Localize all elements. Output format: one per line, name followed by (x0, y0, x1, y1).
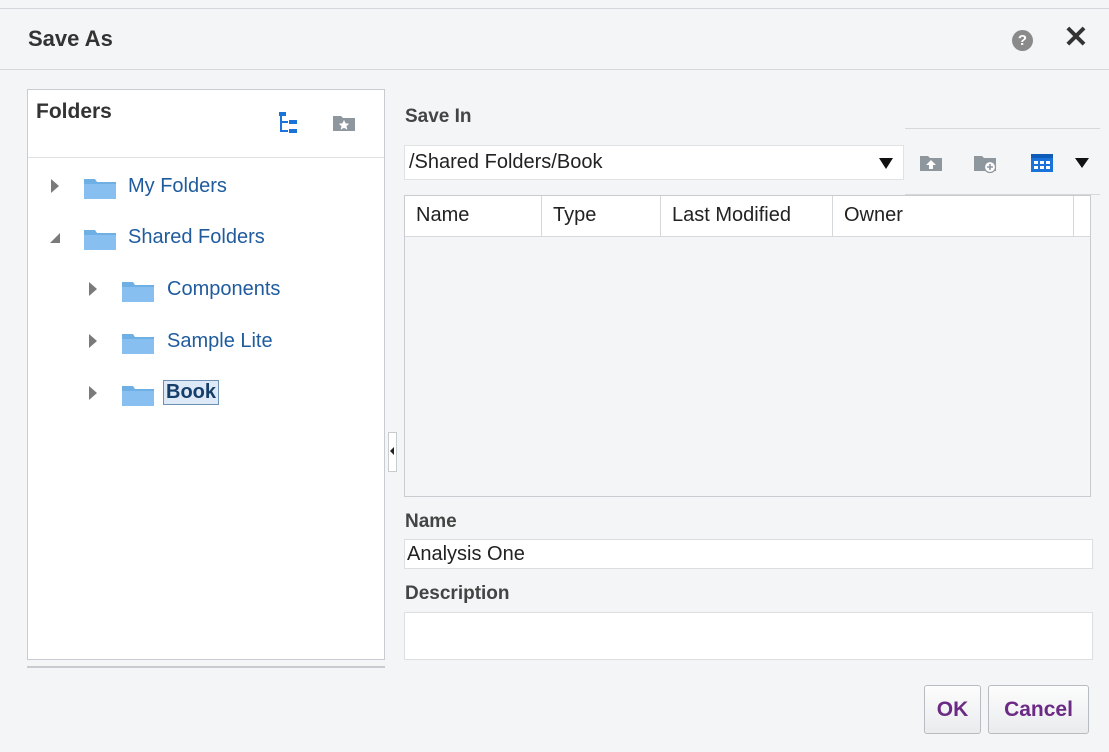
tree-item-label[interactable]: Sample Lite (167, 330, 273, 353)
view-options-icon[interactable] (1030, 153, 1054, 173)
folder-icon (84, 179, 116, 199)
collapse-arrow-icon[interactable] (48, 227, 62, 247)
favorite-folder-icon[interactable] (332, 114, 356, 132)
help-icon[interactable]: ? (1012, 30, 1033, 51)
tree-item-label[interactable]: Components (167, 278, 280, 301)
save-in-dropdown[interactable]: /Shared Folders/Book (404, 145, 904, 180)
folder-icon (122, 334, 154, 354)
tree-item-shared-folders[interactable]: Shared Folders (48, 223, 368, 253)
name-input[interactable] (404, 539, 1093, 569)
tree-item-components[interactable]: Components (86, 275, 376, 305)
tree-item-label[interactable]: My Folders (128, 175, 227, 198)
ok-button[interactable]: OK (924, 685, 981, 734)
description-label: Description (405, 583, 510, 604)
expand-arrow-icon[interactable] (86, 331, 100, 351)
column-header-name[interactable]: Name (405, 196, 542, 236)
files-table: Name Type Last Modified Owner (404, 195, 1091, 497)
column-header-last-modified[interactable]: Last Modified (661, 196, 833, 236)
folder-icon (84, 230, 116, 250)
description-input[interactable] (404, 612, 1093, 660)
folders-header: Folders (28, 90, 384, 158)
cancel-button[interactable]: Cancel (988, 685, 1089, 734)
folder-toolbar (905, 128, 1100, 195)
dropdown-arrow-icon[interactable] (879, 158, 893, 169)
name-label: Name (405, 511, 457, 532)
table-header: Name Type Last Modified Owner (405, 196, 1090, 237)
save-in-label: Save In (405, 106, 472, 127)
collapse-left-icon[interactable] (390, 447, 394, 455)
tree-item-label[interactable]: Shared Folders (128, 226, 265, 249)
panel-splitter-handle[interactable] (388, 432, 397, 472)
new-folder-icon[interactable] (973, 154, 999, 174)
dialog-titlebar: Save As ? ✕ (0, 8, 1109, 70)
chevron-down-icon[interactable] (1074, 157, 1090, 169)
tree-view-icon[interactable] (278, 111, 300, 135)
panel-divider (27, 666, 385, 668)
folders-title: Folders (36, 100, 112, 123)
expand-arrow-icon[interactable] (86, 383, 100, 403)
close-icon[interactable]: ✕ (1063, 23, 1089, 53)
save-as-dialog: Save As ? ✕ Folders My Folders Shared Fo… (0, 0, 1109, 752)
expand-arrow-icon[interactable] (86, 279, 100, 299)
save-in-path: /Shared Folders/Book (409, 151, 603, 173)
tree-item-book[interactable]: Book (86, 379, 376, 409)
column-header-owner[interactable]: Owner (833, 196, 1074, 236)
dialog-title: Save As (28, 26, 113, 51)
tree-item-my-folders[interactable]: My Folders (48, 172, 368, 202)
tree-item-label-selected[interactable]: Book (163, 380, 219, 405)
folders-panel: Folders My Folders Shared Folders Compon… (27, 89, 385, 660)
folder-icon (122, 282, 154, 302)
folder-icon (122, 386, 154, 406)
up-folder-icon[interactable] (919, 154, 943, 172)
column-header-type[interactable]: Type (542, 196, 661, 236)
tree-item-sample-lite[interactable]: Sample Lite (86, 327, 376, 357)
expand-arrow-icon[interactable] (48, 176, 62, 196)
